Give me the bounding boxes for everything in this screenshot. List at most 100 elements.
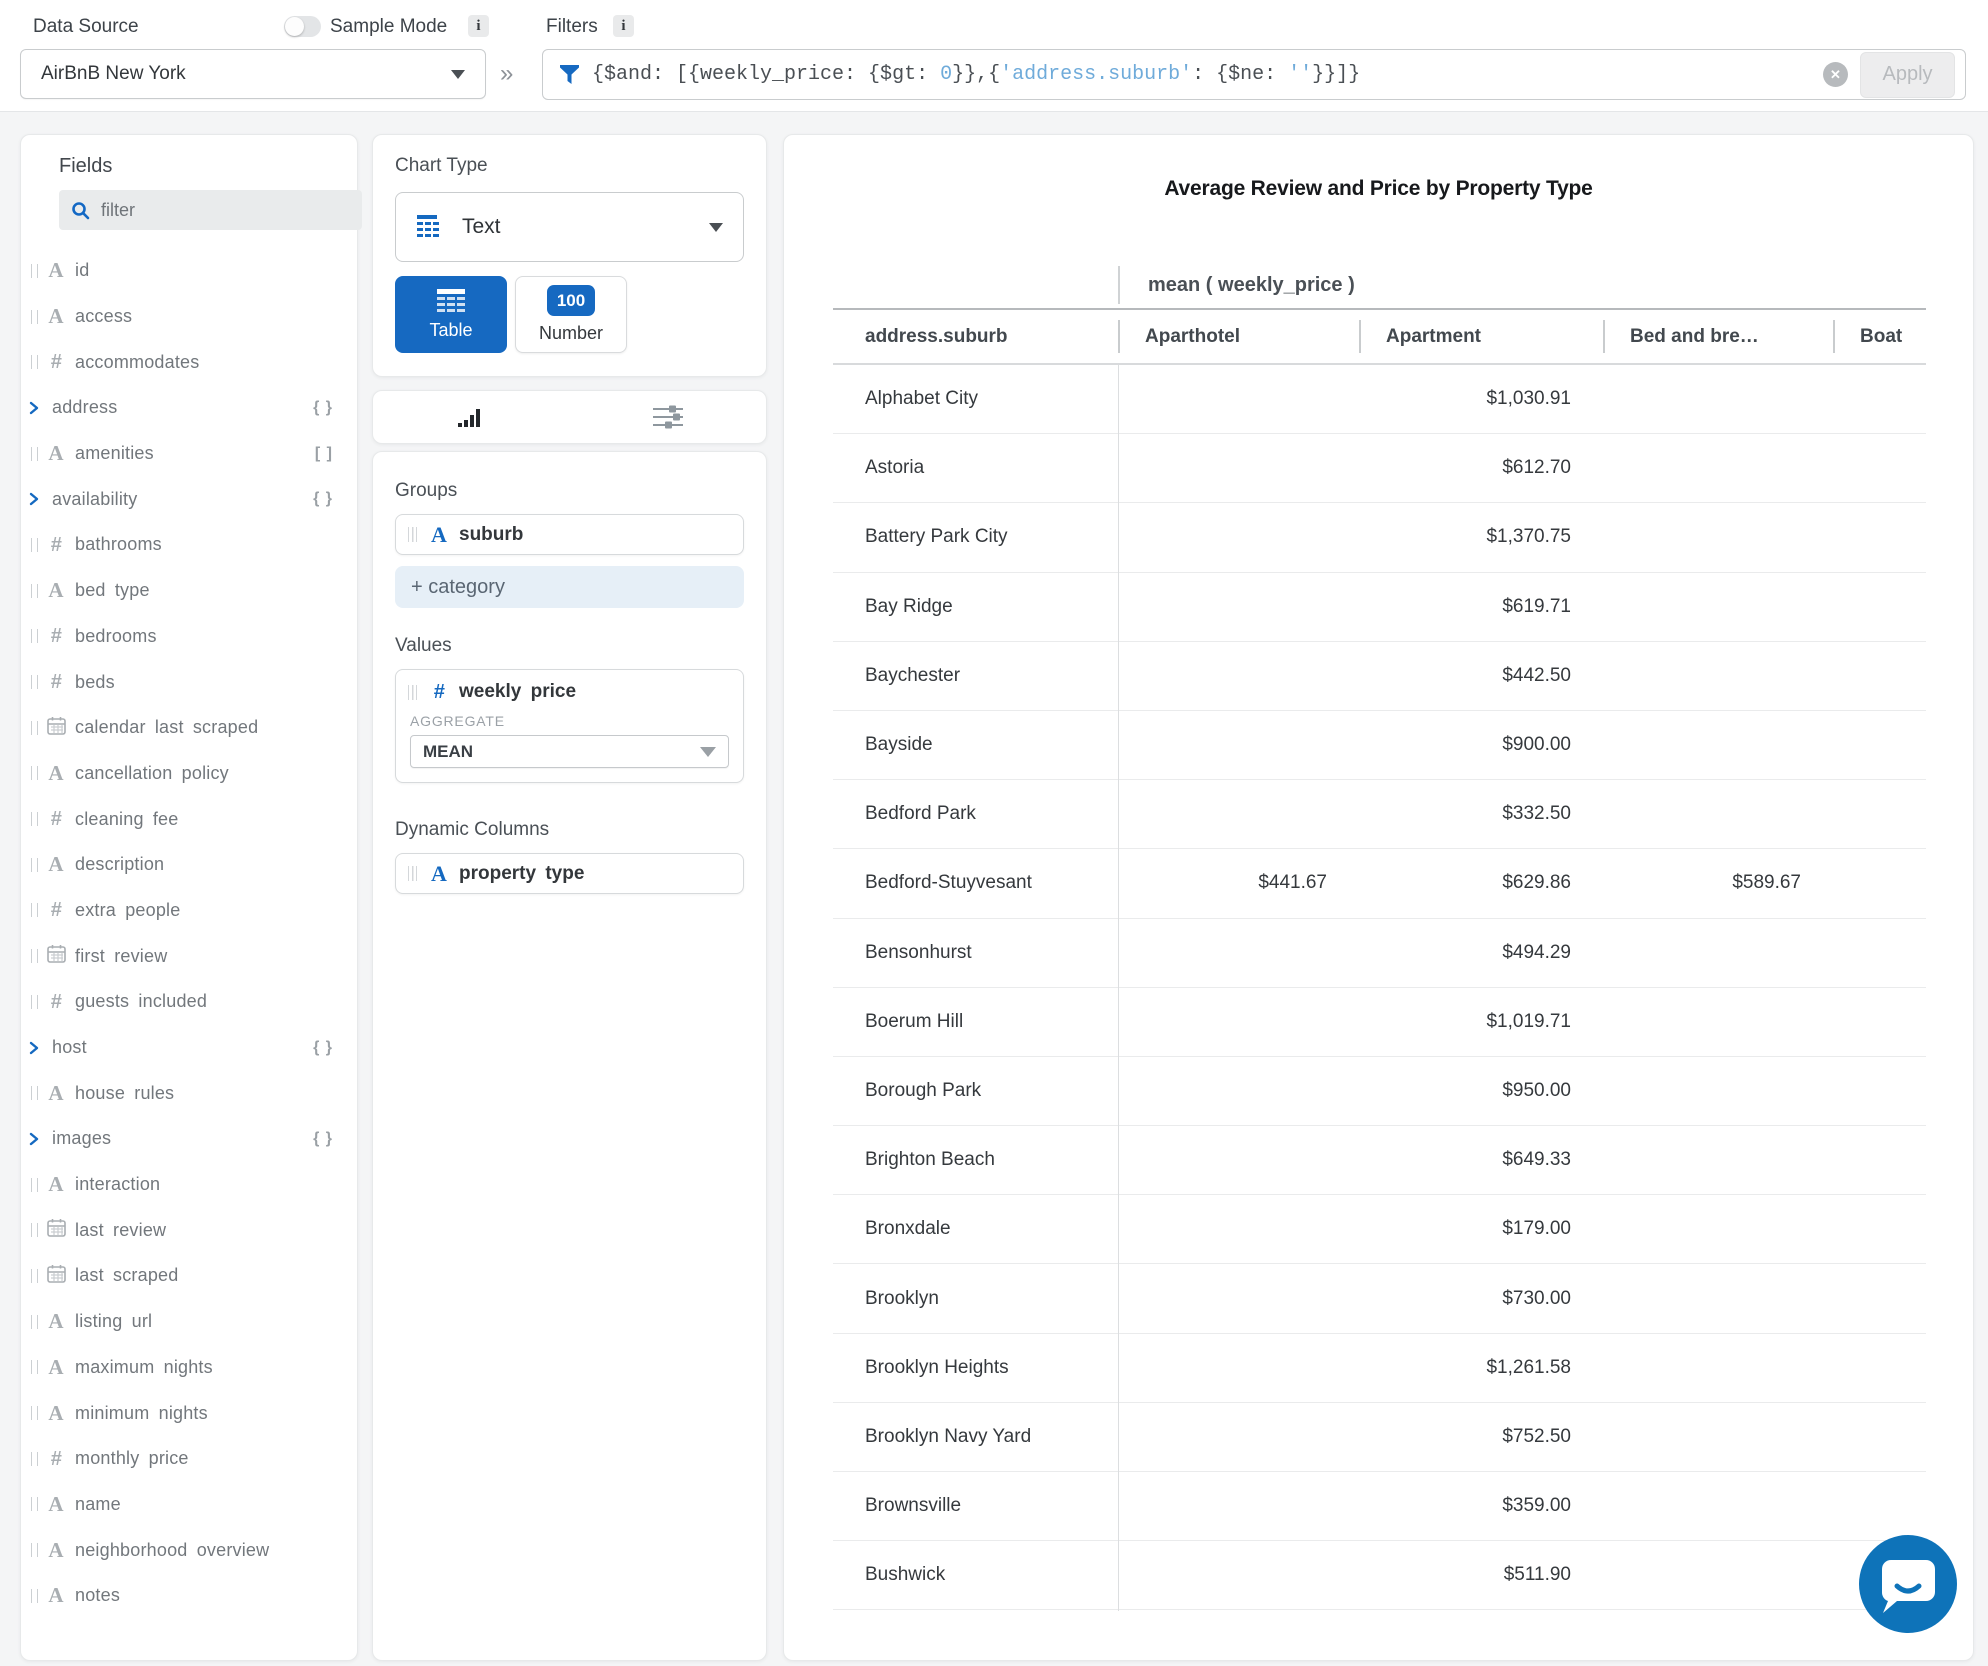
value-cell: [1118, 711, 1359, 779]
field-item-bathrooms[interactable]: #bathrooms: [21, 522, 357, 568]
number-type-icon: #: [45, 352, 67, 372]
clear-filter-icon[interactable]: ✕: [1823, 62, 1848, 87]
drag-handle-icon[interactable]: [31, 766, 38, 780]
expand-chevron-icon[interactable]: [29, 1041, 47, 1055]
table-row: Bushwick$511.90: [833, 1541, 1926, 1610]
chart-type-label: Chart Type: [395, 155, 744, 177]
filters-info-icon[interactable]: i: [613, 15, 634, 37]
field-item-bed-type[interactable]: Abed type: [21, 568, 357, 614]
drag-handle-icon[interactable]: [31, 1315, 38, 1329]
field-item-monthly-price[interactable]: #monthly price: [21, 1436, 357, 1482]
drag-handle-icon[interactable]: [31, 1223, 38, 1237]
drag-handle-icon[interactable]: [31, 721, 38, 735]
drag-handle-icon[interactable]: [31, 310, 38, 324]
field-item-minimum-nights[interactable]: Aminimum nights: [21, 1390, 357, 1436]
chart-type-select[interactable]: Text: [395, 192, 744, 262]
filters-label: Filters: [546, 16, 598, 38]
field-type-badge: { }: [313, 490, 333, 508]
expand-chevron-icon[interactable]: [29, 1132, 47, 1146]
field-item-address[interactable]: address{ }: [21, 385, 357, 431]
drag-handle-icon[interactable]: [408, 866, 417, 881]
collapse-panel-icon[interactable]: »: [500, 60, 513, 88]
drag-handle-icon[interactable]: [31, 1406, 38, 1420]
drag-handle-icon[interactable]: [31, 903, 38, 917]
field-item-interaction[interactable]: Ainteraction: [21, 1162, 357, 1208]
field-item-listing-url[interactable]: Alisting url: [21, 1299, 357, 1345]
drag-handle-icon[interactable]: [408, 527, 417, 542]
filter-query-text[interactable]: {$and: [{weekly_price: {$gt: 0}},{'addre…: [592, 63, 1823, 86]
number-chart-button[interactable]: 100 Number: [515, 276, 627, 353]
table-row: Bronxdale$179.00: [833, 1195, 1926, 1264]
field-item-access[interactable]: Aaccess: [21, 294, 357, 340]
drag-handle-icon[interactable]: [31, 995, 38, 1009]
drag-handle-icon[interactable]: [31, 949, 38, 963]
drag-handle-icon[interactable]: [31, 858, 38, 872]
drag-handle-icon[interactable]: [31, 447, 38, 461]
aggregate-select[interactable]: MEAN: [410, 735, 729, 768]
drag-handle-icon[interactable]: [31, 812, 38, 826]
field-item-guests-included[interactable]: #guests included: [21, 979, 357, 1025]
drag-handle-icon[interactable]: [31, 1269, 38, 1283]
field-item-amenities[interactable]: Aamenities[ ]: [21, 431, 357, 477]
field-item-host[interactable]: host{ }: [21, 1025, 357, 1071]
table-row: Bedford-Stuyvesant$441.67$629.86$589.67: [833, 849, 1926, 918]
drag-handle-icon[interactable]: [31, 355, 38, 369]
value-cell: $511.90: [1359, 1541, 1603, 1609]
tab-fields-encoding[interactable]: [373, 406, 570, 428]
field-search-input[interactable]: filter: [59, 190, 362, 230]
drag-handle-icon[interactable]: [31, 1497, 38, 1511]
expand-chevron-icon[interactable]: [29, 492, 47, 506]
drag-handle-icon[interactable]: [31, 675, 38, 689]
value-cell: [1603, 1334, 1833, 1402]
value-field-pill[interactable]: # weekly price AGGREGATE MEAN: [395, 669, 744, 783]
field-item-last-review[interactable]: last review: [21, 1207, 357, 1253]
field-type-badge: [ ]: [315, 445, 333, 463]
field-item-house-rules[interactable]: Ahouse rules: [21, 1070, 357, 1116]
drag-handle-icon[interactable]: [31, 629, 38, 643]
filter-query-input[interactable]: {$and: [{weekly_price: {$gt: 0}},{'addre…: [542, 49, 1966, 100]
field-item-accommodates[interactable]: #accommodates: [21, 339, 357, 385]
field-item-beds[interactable]: #beds: [21, 659, 357, 705]
field-item-bedrooms[interactable]: #bedrooms: [21, 614, 357, 660]
field-item-name[interactable]: Aname: [21, 1482, 357, 1528]
sample-mode-toggle[interactable]: [284, 16, 321, 37]
field-item-images[interactable]: images{ }: [21, 1116, 357, 1162]
field-item-id[interactable]: Aid: [21, 248, 357, 294]
field-item-last-scraped[interactable]: last scraped: [21, 1253, 357, 1299]
sliders-icon: [653, 405, 683, 429]
field-item-cleaning-fee[interactable]: #cleaning fee: [21, 796, 357, 842]
table-chart-button[interactable]: Table: [395, 276, 507, 353]
table-row: Brooklyn Navy Yard$752.50: [833, 1403, 1926, 1472]
field-item-calendar-last-scraped[interactable]: calendar last scraped: [21, 705, 357, 751]
drag-handle-icon[interactable]: [31, 584, 38, 598]
drag-handle-icon[interactable]: [31, 1086, 38, 1100]
chat-launcher-button[interactable]: [1859, 1535, 1957, 1633]
field-name: house rules: [75, 1083, 174, 1104]
field-item-first-review[interactable]: first review: [21, 933, 357, 979]
dynamic-field-pill[interactable]: A property type: [395, 853, 744, 894]
field-item-extra-people[interactable]: #extra people: [21, 888, 357, 934]
data-source-select[interactable]: AirBnB New York: [20, 49, 486, 99]
field-item-cancellation-policy[interactable]: Acancellation policy: [21, 751, 357, 797]
drag-handle-icon[interactable]: [408, 685, 417, 700]
expand-chevron-icon[interactable]: [29, 401, 47, 415]
drag-handle-icon[interactable]: [31, 264, 38, 278]
field-item-notes[interactable]: Anotes: [21, 1573, 357, 1619]
apply-button[interactable]: Apply: [1860, 52, 1955, 98]
field-item-description[interactable]: Adescription: [21, 842, 357, 888]
field-name: extra people: [75, 900, 180, 921]
drag-handle-icon[interactable]: [31, 1360, 38, 1374]
add-category-button[interactable]: + category: [395, 566, 744, 608]
field-item-neighborhood-overview[interactable]: Aneighborhood overview: [21, 1527, 357, 1573]
sample-mode-info-icon[interactable]: i: [468, 15, 489, 37]
drag-handle-icon[interactable]: [31, 1178, 38, 1192]
drag-handle-icon[interactable]: [31, 1543, 38, 1557]
tab-customize[interactable]: [570, 405, 767, 429]
field-item-maximum-nights[interactable]: Amaximum nights: [21, 1345, 357, 1391]
drag-handle-icon[interactable]: [31, 1452, 38, 1466]
drag-handle-icon[interactable]: [31, 538, 38, 552]
string-type-icon: A: [45, 854, 67, 875]
field-item-availability[interactable]: availability{ }: [21, 476, 357, 522]
group-field-pill[interactable]: A suburb: [395, 514, 744, 555]
drag-handle-icon[interactable]: [31, 1589, 38, 1603]
